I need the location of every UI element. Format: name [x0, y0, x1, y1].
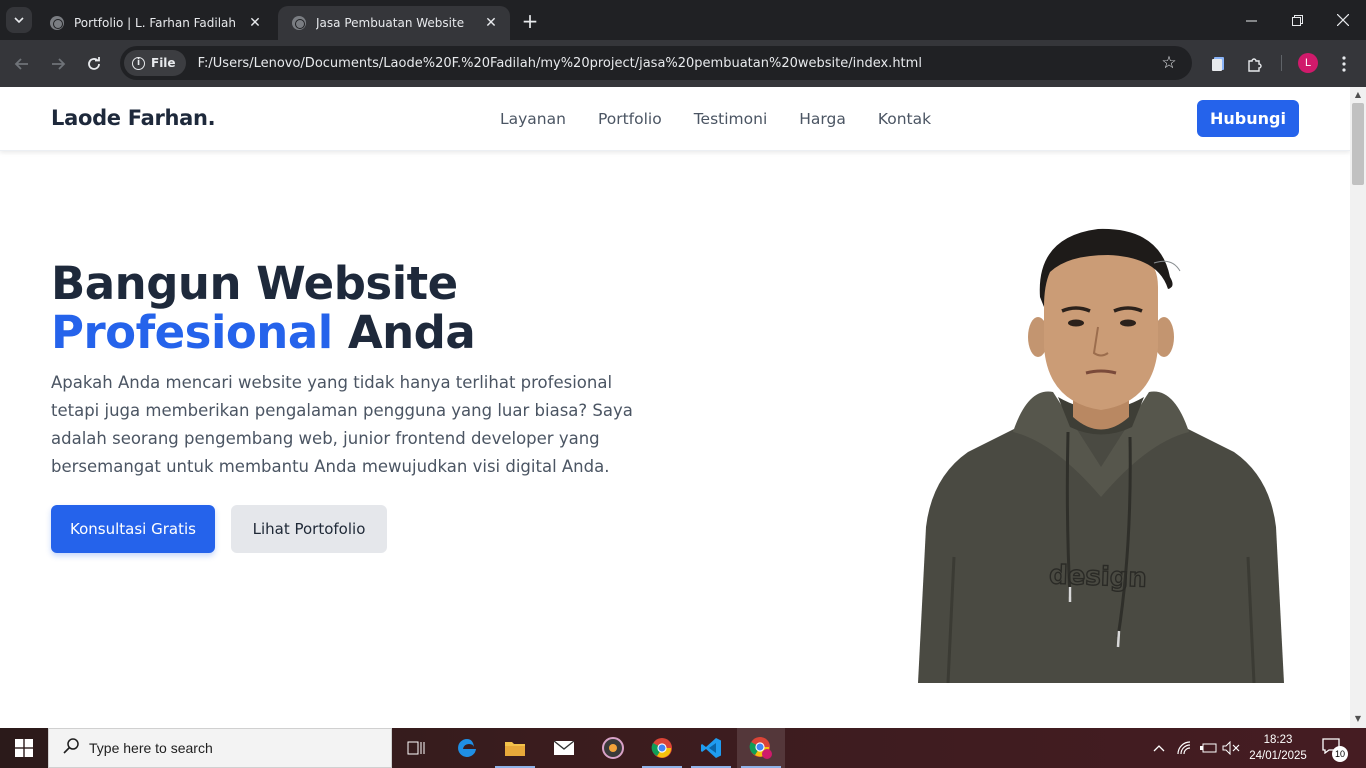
file-explorer-icon[interactable] [491, 728, 539, 768]
task-view-icon[interactable] [392, 728, 440, 768]
browser-tab[interactable]: Portfolio | L. Farhan Fadilah ✕ [36, 6, 274, 40]
battery-icon[interactable] [1197, 728, 1219, 768]
profile-avatar[interactable]: L [1298, 53, 1318, 73]
info-icon: i [132, 56, 145, 70]
reading-list-icon[interactable] [1206, 52, 1230, 76]
address-bar[interactable]: i File F:/Users/Lenovo/Documents/Laode%2… [120, 46, 1192, 80]
scheme-label: File [151, 56, 176, 70]
mail-icon[interactable] [540, 728, 588, 768]
media-app-icon[interactable] [589, 728, 637, 768]
url-text[interactable]: F:/Users/Lenovo/Documents/Laode%20F.%20F… [198, 56, 1156, 71]
chrome-profile-icon[interactable] [737, 728, 785, 768]
free-consultation-button[interactable]: Konsultasi Gratis [51, 505, 215, 553]
hero-heading: Bangun Website Profesional Anda [51, 257, 476, 359]
speaker-muted-icon[interactable] [1220, 728, 1242, 768]
minimize-icon[interactable] [1228, 0, 1274, 40]
windows-taskbar: Type here to search 18:23 24/01/2025 10 [0, 728, 1366, 768]
menu-kebab-icon[interactable] [1332, 52, 1356, 76]
chrome-icon[interactable] [638, 728, 686, 768]
nav-link-layanan[interactable]: Layanan [500, 110, 566, 128]
scroll-down-icon[interactable]: ▼ [1353, 714, 1363, 723]
extensions-icon[interactable] [1242, 52, 1266, 76]
scrollbar-thumb[interactable] [1352, 103, 1364, 185]
search-icon [63, 738, 79, 758]
tab-title: Portfolio | L. Farhan Fadilah [74, 16, 237, 30]
search-placeholder: Type here to search [89, 740, 213, 756]
back-icon[interactable] [8, 50, 36, 78]
window-close-icon[interactable] [1320, 0, 1366, 40]
clock-date: 24/01/2025 [1249, 750, 1307, 762]
nav-link-kontak[interactable]: Kontak [878, 110, 931, 128]
edge-icon[interactable] [443, 728, 491, 768]
restore-icon[interactable] [1274, 0, 1320, 40]
hero-heading-rest: Anda [347, 306, 476, 359]
browser-toolbar: i File F:/Users/Lenovo/Documents/Laode%2… [0, 40, 1366, 87]
hero-heading-accent: Profesional [51, 306, 333, 359]
notification-center-icon[interactable]: 10 [1322, 738, 1348, 762]
nav-link-portfolio[interactable]: Portfolio [598, 110, 662, 128]
page-viewport: Laode Farhan. Layanan Portfolio Testimon… [0, 87, 1350, 728]
site-header: Laode Farhan. Layanan Portfolio Testimon… [0, 87, 1350, 151]
nav-link-harga[interactable]: Harga [799, 110, 846, 128]
chevron-up-icon[interactable] [1148, 728, 1170, 768]
view-portfolio-button[interactable]: Lihat Portofolio [231, 505, 387, 553]
windows-start-icon[interactable] [0, 728, 48, 768]
hero-heading-line1: Bangun Website [51, 257, 458, 310]
close-icon[interactable]: ✕ [246, 14, 264, 32]
browser-tab-strip: Portfolio | L. Farhan Fadilah ✕ Jasa Pem… [0, 0, 1366, 40]
taskbar-search-input[interactable]: Type here to search [48, 728, 392, 768]
close-icon[interactable]: ✕ [482, 14, 500, 32]
browser-tab-active[interactable]: Jasa Pembuatan Website ✕ [278, 6, 510, 40]
forward-icon[interactable] [44, 50, 72, 78]
hoodie-print: design [1049, 560, 1148, 593]
page-scrollbar[interactable]: ▲ ▼ [1350, 87, 1366, 728]
scroll-up-icon[interactable]: ▲ [1353, 90, 1363, 99]
site-info-chip[interactable]: i File [124, 50, 186, 76]
reload-icon[interactable] [80, 50, 108, 78]
toolbar-divider [1281, 55, 1282, 71]
site-logo[interactable]: Laode Farhan. [51, 106, 216, 130]
globe-icon [50, 16, 64, 30]
network-icon[interactable] [1174, 728, 1196, 768]
bookmark-star-icon[interactable]: ☆ [1156, 53, 1182, 73]
notification-count: 10 [1332, 746, 1348, 762]
contact-button[interactable]: Hubungi [1197, 100, 1299, 137]
profile-photo: design [918, 228, 1284, 683]
hero-description: Apakah Anda mencari website yang tidak h… [51, 373, 633, 476]
tab-search-icon[interactable] [6, 7, 32, 33]
vscode-icon[interactable] [687, 728, 735, 768]
clock-time: 18:23 [1263, 734, 1293, 746]
nav-link-testimoni[interactable]: Testimoni [694, 110, 768, 128]
site-nav-menu: Layanan Portfolio Testimoni Harga Kontak [500, 110, 931, 128]
tab-title: Jasa Pembuatan Website [316, 16, 465, 30]
new-tab-icon[interactable]: + [518, 9, 542, 33]
globe-icon [292, 16, 306, 30]
system-clock[interactable]: 18:23 24/01/2025 [1244, 732, 1312, 764]
